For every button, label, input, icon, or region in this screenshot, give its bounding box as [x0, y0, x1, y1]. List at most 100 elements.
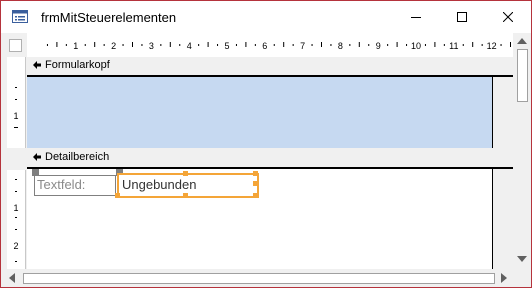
ruler-tick	[321, 42, 322, 47]
window-title: frmMitSteuerelementen	[41, 10, 177, 25]
ruler-tick	[179, 44, 181, 46]
ruler-label: 5	[224, 41, 229, 51]
form-selector[interactable]	[9, 39, 22, 52]
ruler-tick	[424, 44, 426, 46]
ruler-tick	[510, 42, 511, 47]
ruler-tick	[292, 44, 294, 46]
ruler-tick	[15, 261, 17, 262]
resize-handle-top[interactable]	[183, 171, 188, 176]
ruler-tick	[235, 44, 237, 46]
ruler-tick	[160, 44, 162, 46]
ruler-label: 1	[13, 203, 18, 213]
ruler-label: 1	[13, 111, 18, 121]
ruler-tick	[462, 44, 464, 46]
maximize-icon	[457, 12, 467, 22]
ruler-tick	[46, 44, 48, 46]
section-arrow-icon	[33, 153, 41, 161]
form-header-label: Formularkopf	[45, 59, 110, 71]
label-control[interactable]: Textfeld:	[34, 175, 116, 196]
ruler-tick	[65, 44, 67, 46]
ruler-tick	[254, 44, 256, 46]
detail-outside	[492, 169, 514, 269]
scroll-right-icon[interactable]	[500, 272, 508, 284]
ruler-tick	[15, 179, 17, 180]
horizontal-scroll-thumb[interactable]	[23, 273, 495, 284]
form-header-section-bar[interactable]: Formularkopf	[27, 57, 513, 77]
ruler-tick	[15, 229, 17, 230]
ruler-tick	[14, 127, 18, 128]
resize-handle-top-right[interactable]	[253, 171, 258, 176]
ruler-tick	[198, 44, 200, 46]
maximize-button[interactable]	[439, 1, 485, 33]
ruler-tick	[56, 42, 58, 47]
ruler-label: 10	[411, 41, 421, 51]
close-icon	[503, 12, 513, 22]
ruler-tick	[103, 44, 105, 46]
ruler-tick	[443, 44, 445, 46]
ruler-label: 6	[262, 41, 267, 51]
ruler-tick	[84, 44, 86, 46]
ruler-tick	[283, 42, 285, 47]
title-bar[interactable]: frmMitSteuerelementen	[1, 1, 531, 33]
form-header-area[interactable]	[27, 77, 492, 148]
resize-handle-right[interactable]	[253, 181, 258, 186]
ruler-label: 7	[300, 41, 305, 51]
ruler-tick	[122, 44, 124, 46]
ruler-tick	[273, 44, 275, 46]
vertical-scroll-thumb[interactable]	[517, 49, 528, 102]
label-move-handle[interactable]	[32, 169, 39, 176]
ruler-tick	[94, 42, 96, 47]
ruler-tick	[207, 42, 209, 47]
ruler-label: 8	[338, 41, 343, 51]
ruler-label: 3	[149, 41, 154, 51]
ruler-tick	[169, 42, 171, 47]
ruler-tick	[500, 44, 502, 46]
textbox-control-text: Ungebunden	[122, 177, 197, 192]
ruler-tick	[15, 99, 17, 100]
ruler-tick	[311, 44, 313, 46]
resize-handle-bottom-left[interactable]	[115, 193, 120, 198]
ruler-tick	[15, 217, 17, 218]
section-arrow-icon	[33, 61, 41, 69]
ruler-label: 11	[449, 41, 458, 51]
form-header-outside	[492, 77, 514, 148]
close-button[interactable]	[485, 1, 531, 33]
ruler-tick	[481, 44, 483, 46]
scroll-down-icon[interactable]	[516, 255, 528, 263]
ruler-tick	[368, 44, 370, 46]
resize-handle-bottom-right[interactable]	[253, 193, 258, 198]
ruler-label: 12	[487, 41, 497, 51]
ruler-tick	[132, 42, 133, 47]
scroll-left-icon[interactable]	[8, 272, 16, 284]
ruler-tick	[406, 44, 408, 46]
form-icon	[12, 10, 28, 23]
form-design-window: frmMitSteuerelementen 123456789101112 1^…	[0, 0, 532, 288]
detail-section-bar[interactable]: Detailbereich	[27, 149, 513, 169]
ruler-tick	[349, 44, 351, 46]
ruler-tick	[472, 42, 474, 47]
detail-label: Detailbereich	[45, 151, 110, 163]
ruler-tick	[15, 191, 17, 192]
textbox-control[interactable]: Ungebunden	[117, 173, 259, 198]
ruler-tick	[245, 42, 247, 47]
scroll-up-icon[interactable]	[516, 37, 528, 45]
ruler-tick	[434, 42, 436, 47]
size-grip[interactable]	[513, 269, 531, 287]
minimize-icon	[411, 17, 421, 18]
ruler-label: 2	[111, 41, 116, 51]
ruler-tick	[141, 44, 143, 46]
resize-handle-bottom[interactable]	[183, 193, 188, 198]
ruler-tick	[396, 42, 398, 47]
ruler-label: 9	[376, 41, 381, 51]
minimize-button[interactable]	[393, 1, 439, 33]
label-control-text: Textfeld:	[37, 177, 86, 192]
ruler-tick	[15, 87, 17, 88]
horizontal-ruler[interactable]: 1 2 3 4 5 6 7 8 9 10 11 12	[27, 33, 513, 57]
ruler-tick	[358, 42, 360, 47]
ruler-label: 4	[187, 41, 192, 51]
ruler-label: 2	[13, 241, 18, 251]
ruler-tick	[330, 44, 332, 46]
ruler-label: 1	[73, 41, 78, 51]
ruler-tick	[217, 44, 219, 46]
ruler-tick	[387, 44, 389, 46]
